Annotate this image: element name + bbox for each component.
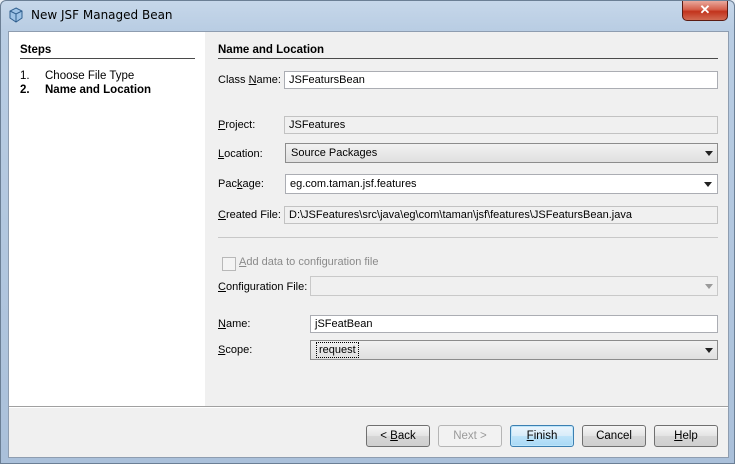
config-file-label: Configuration File: bbox=[218, 281, 308, 293]
title-bar[interactable]: New JSF Managed Bean ✕ bbox=[1, 1, 734, 31]
section-separator bbox=[218, 237, 718, 238]
back-button[interactable]: < Back bbox=[366, 425, 430, 447]
project-field: JSFeatures bbox=[284, 116, 718, 134]
step-item-2: 2. Name and Location bbox=[20, 84, 151, 96]
finish-button[interactable]: Finish bbox=[510, 425, 574, 447]
location-label: Location: bbox=[218, 148, 263, 160]
next-button[interactable]: Next > bbox=[438, 425, 502, 447]
chevron-down-icon bbox=[704, 182, 712, 187]
location-dropdown[interactable]: Source Packages bbox=[285, 143, 718, 163]
class-name-input[interactable]: JSFeatursBean bbox=[284, 71, 718, 89]
scope-value: request bbox=[316, 342, 359, 358]
bean-name-label: Name: bbox=[218, 318, 251, 330]
steps-divider bbox=[20, 58, 195, 59]
add-config-label: Add data to configuration file bbox=[239, 256, 379, 268]
cancel-button[interactable]: Cancel bbox=[582, 425, 646, 447]
step-number: 1. bbox=[20, 70, 30, 82]
config-file-dropdown[interactable] bbox=[310, 276, 718, 296]
panel-divider bbox=[218, 58, 718, 59]
created-file-field: D:\JSFeatures\src\java\eg\com\taman\jsf\… bbox=[284, 206, 718, 224]
chevron-down-icon bbox=[705, 284, 713, 289]
panel-title: Name and Location bbox=[218, 44, 325, 56]
class-name-label: Class Name: bbox=[218, 74, 281, 86]
chevron-down-icon bbox=[705, 151, 713, 156]
step-label: Choose File Type bbox=[45, 70, 135, 82]
step-label: Name and Location bbox=[45, 84, 152, 96]
help-button[interactable]: Help bbox=[654, 425, 718, 447]
add-config-checkbox[interactable] bbox=[222, 257, 236, 271]
step-item-1: 1. Choose File Type bbox=[20, 70, 134, 82]
location-value: Source Packages bbox=[291, 147, 378, 159]
package-combo[interactable]: eg.com.taman.jsf.features bbox=[285, 174, 718, 194]
close-button[interactable]: ✕ bbox=[682, 1, 728, 21]
package-value: eg.com.taman.jsf.features bbox=[290, 178, 417, 190]
netbeans-cube-icon bbox=[9, 7, 23, 23]
project-label: Project: bbox=[218, 119, 256, 131]
close-icon: ✕ bbox=[699, 2, 711, 17]
dialog-window: New JSF Managed Bean ✕ Steps 1. Choose Fi… bbox=[0, 0, 735, 464]
button-bar-separator bbox=[9, 406, 728, 408]
package-label: Package: bbox=[218, 178, 264, 190]
steps-panel: Steps 1. Choose File Type 2. Name and Loca… bbox=[9, 32, 205, 406]
bean-name-input[interactable]: jSFeatBean bbox=[310, 315, 718, 333]
dialog-client-area: Steps 1. Choose File Type 2. Name and Loca… bbox=[8, 31, 729, 458]
chevron-down-icon bbox=[705, 348, 713, 353]
scope-label: Scope: bbox=[218, 344, 253, 356]
created-file-label: Created File: bbox=[218, 209, 281, 221]
window-title: New JSF Managed Bean bbox=[31, 8, 173, 22]
step-number: 2. bbox=[20, 84, 30, 96]
steps-title: Steps bbox=[20, 44, 52, 56]
scope-dropdown[interactable]: request bbox=[310, 340, 718, 360]
